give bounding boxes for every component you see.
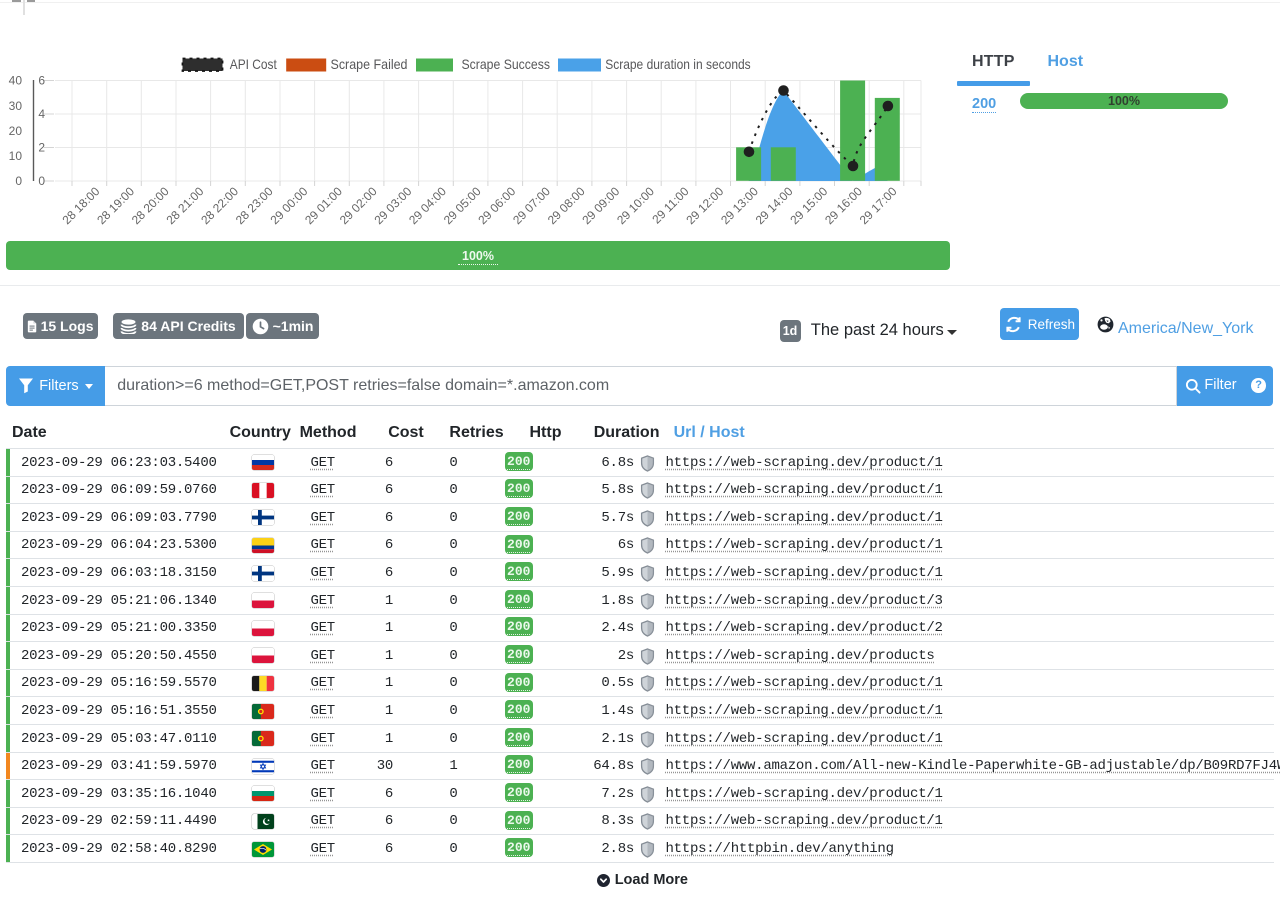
svg-text:30: 30 [9, 99, 23, 113]
svg-text:4: 4 [38, 107, 45, 121]
svg-text:29 04:00: 29 04:00 [406, 184, 449, 227]
svg-text:29 10:00: 29 10:00 [614, 184, 657, 227]
svg-text:Scrape duration in seconds: Scrape duration in seconds [605, 57, 751, 72]
svg-text:29 15:00: 29 15:00 [787, 184, 830, 227]
svg-text:29 17:00: 29 17:00 [857, 184, 900, 227]
svg-text:29 12:00: 29 12:00 [683, 184, 726, 227]
svg-text:20: 20 [9, 124, 23, 138]
svg-text:28 21:00: 28 21:00 [163, 184, 206, 227]
svg-text:0: 0 [15, 174, 22, 188]
svg-text:Scrape Success: Scrape Success [462, 57, 551, 72]
svg-text:28 18:00: 28 18:00 [59, 184, 102, 227]
svg-text:API Cost: API Cost [230, 57, 277, 72]
svg-text:Scrape Failed: Scrape Failed [331, 57, 408, 72]
svg-text:28 23:00: 28 23:00 [233, 184, 276, 227]
svg-text:29 02:00: 29 02:00 [337, 184, 380, 227]
svg-text:29 14:00: 29 14:00 [753, 184, 796, 227]
svg-text:29 07:00: 29 07:00 [510, 184, 553, 227]
svg-text:0: 0 [38, 174, 45, 188]
svg-text:29 06:00: 29 06:00 [475, 184, 518, 227]
svg-text:29 09:00: 29 09:00 [579, 184, 622, 227]
svg-text:40: 40 [9, 74, 23, 88]
svg-text:29 01:00: 29 01:00 [302, 184, 345, 227]
svg-text:6: 6 [38, 74, 45, 88]
svg-text:28 20:00: 28 20:00 [129, 184, 172, 227]
svg-text:10: 10 [9, 149, 23, 163]
svg-text:2: 2 [38, 141, 45, 155]
